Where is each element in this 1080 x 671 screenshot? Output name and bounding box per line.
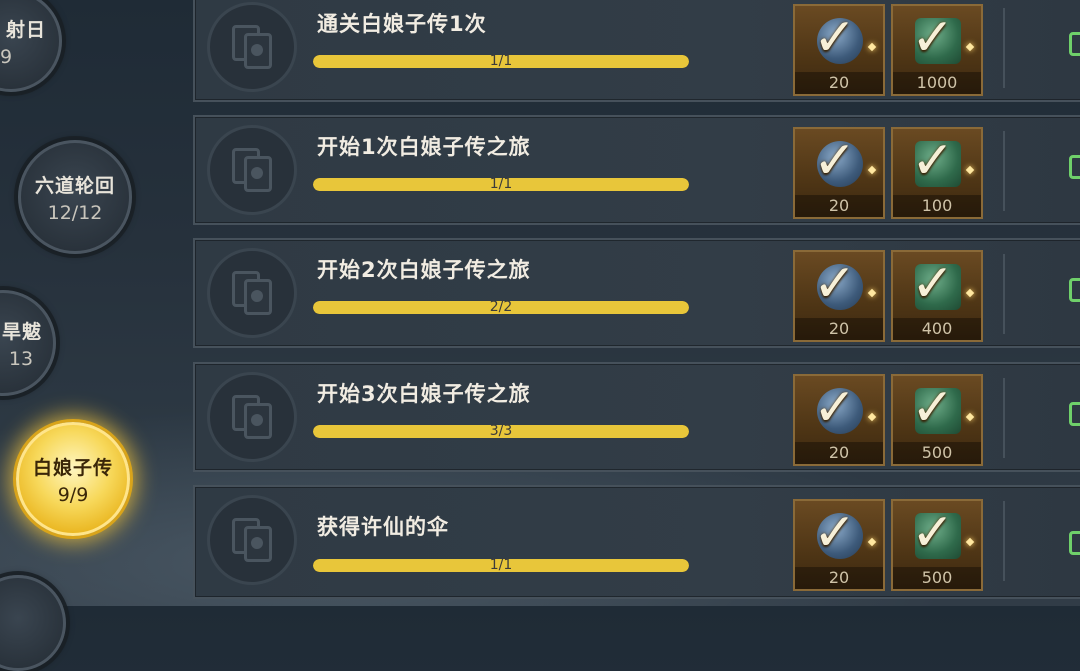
- reward-slot[interactable]: ✓ 1000: [891, 4, 983, 96]
- sparkle-icon: [965, 42, 975, 52]
- task-progress-text: 3/3: [489, 423, 513, 439]
- chapter-node-bainiangzi[interactable]: 白娘子传 9/9: [16, 422, 130, 536]
- row-divider: [1003, 131, 1005, 211]
- checkmark-icon: ✓: [911, 254, 955, 314]
- sparkle-icon: [965, 165, 975, 175]
- chapter-progress: 13: [8, 347, 34, 370]
- task-title: 获得许仙的伞: [317, 515, 449, 539]
- checkmark-icon: ✓: [911, 378, 955, 438]
- task-row: 开始2次白娘子传之旅 2/2 ✓ 20 ✓ 400: [193, 238, 1080, 348]
- reward-quantity: 500: [893, 567, 981, 589]
- sparkle-icon: [965, 288, 975, 298]
- task-card-icon: [207, 372, 297, 462]
- claimed-mark-icon: [1069, 402, 1080, 426]
- reward-quantity: 1000: [893, 72, 981, 94]
- row-divider: [1003, 501, 1005, 581]
- claimed-mark-icon: [1069, 531, 1080, 555]
- chapter-name: 六道轮回: [34, 174, 115, 197]
- sparkle-icon: [867, 165, 877, 175]
- reward-quantity: 400: [893, 318, 981, 340]
- reward-quantity: 20: [795, 442, 883, 464]
- chapter-progress: 12/12: [47, 201, 103, 224]
- reward-quantity: 20: [795, 567, 883, 589]
- reward-slot[interactable]: ✓ 20: [793, 127, 885, 219]
- sparkle-icon: [867, 42, 877, 52]
- sparkle-icon: [965, 412, 975, 422]
- reward-slot[interactable]: ✓ 500: [891, 374, 983, 466]
- task-title: 通关白娘子传1次: [317, 12, 487, 36]
- chapter-name: 旱魃: [1, 320, 42, 343]
- reward-slot[interactable]: ✓ 400: [891, 250, 983, 342]
- reward-slot[interactable]: ✓ 100: [891, 127, 983, 219]
- task-card-icon: [207, 495, 297, 585]
- task-title: 开始1次白娘子传之旅: [317, 135, 531, 159]
- reward-quantity: 20: [795, 318, 883, 340]
- claimed-mark-icon: [1069, 278, 1080, 302]
- sparkle-icon: [867, 537, 877, 547]
- task-title: 开始2次白娘子传之旅: [317, 258, 531, 282]
- task-card-icon: [207, 2, 297, 92]
- task-progress-text: 1/1: [489, 557, 513, 573]
- reward-quantity: 20: [795, 195, 883, 217]
- chapter-rail: 射日 9 六道轮回 12/12 旱魃 13 白娘子传 9/9: [0, 0, 190, 671]
- sparkle-icon: [867, 412, 877, 422]
- reward-slot[interactable]: ✓ 20: [793, 374, 885, 466]
- chapter-node-liudao[interactable]: 六道轮回 12/12: [18, 140, 132, 254]
- task-card-icon: [207, 125, 297, 215]
- row-divider: [1003, 378, 1005, 458]
- chapter-progress: 9/9: [57, 483, 89, 506]
- reward-slot[interactable]: ✓ 20: [793, 4, 885, 96]
- task-row: 通关白娘子传1次 1/1 ✓ 20 ✓ 1000: [193, 0, 1080, 102]
- row-divider: [1003, 254, 1005, 334]
- task-row: 开始1次白娘子传之旅 1/1 ✓ 20 ✓ 100: [193, 115, 1080, 225]
- chapter-node-sheri[interactable]: 射日 9: [0, 0, 62, 92]
- chapter-name: 射日: [5, 18, 46, 41]
- claimed-mark-icon: [1069, 155, 1080, 179]
- checkmark-icon: ✓: [813, 131, 857, 191]
- checkmark-icon: ✓: [911, 8, 955, 68]
- row-divider: [1003, 8, 1005, 88]
- reward-slot[interactable]: ✓ 20: [793, 250, 885, 342]
- sparkle-icon: [867, 288, 877, 298]
- reward-quantity: 20: [795, 72, 883, 94]
- reward-quantity: 500: [893, 442, 981, 464]
- reward-quantity: 100: [893, 195, 981, 217]
- chapter-progress: 9: [0, 45, 13, 68]
- task-card-icon: [207, 248, 297, 338]
- task-progress-text: 2/2: [489, 299, 513, 315]
- task-progress-text: 1/1: [489, 53, 513, 69]
- task-row: 开始3次白娘子传之旅 3/3 ✓ 20 ✓ 500: [193, 362, 1080, 472]
- sparkle-icon: [965, 537, 975, 547]
- claimed-mark-icon: [1069, 32, 1080, 56]
- reward-slot[interactable]: ✓ 500: [891, 499, 983, 591]
- chapter-node-hanba[interactable]: 旱魃 13: [0, 290, 56, 396]
- checkmark-icon: ✓: [911, 503, 955, 563]
- task-row: 获得许仙的伞 1/1 ✓ 20 ✓ 500: [193, 485, 1080, 599]
- checkmark-icon: ✓: [813, 8, 857, 68]
- checkmark-icon: ✓: [911, 131, 955, 191]
- task-progress-text: 1/1: [489, 176, 513, 192]
- task-title: 开始3次白娘子传之旅: [317, 382, 531, 406]
- reward-slot[interactable]: ✓ 20: [793, 499, 885, 591]
- chapter-name: 白娘子传: [32, 456, 113, 479]
- checkmark-icon: ✓: [813, 254, 857, 314]
- checkmark-icon: ✓: [813, 503, 857, 563]
- chapter-node-next[interactable]: [0, 575, 66, 671]
- checkmark-icon: ✓: [813, 378, 857, 438]
